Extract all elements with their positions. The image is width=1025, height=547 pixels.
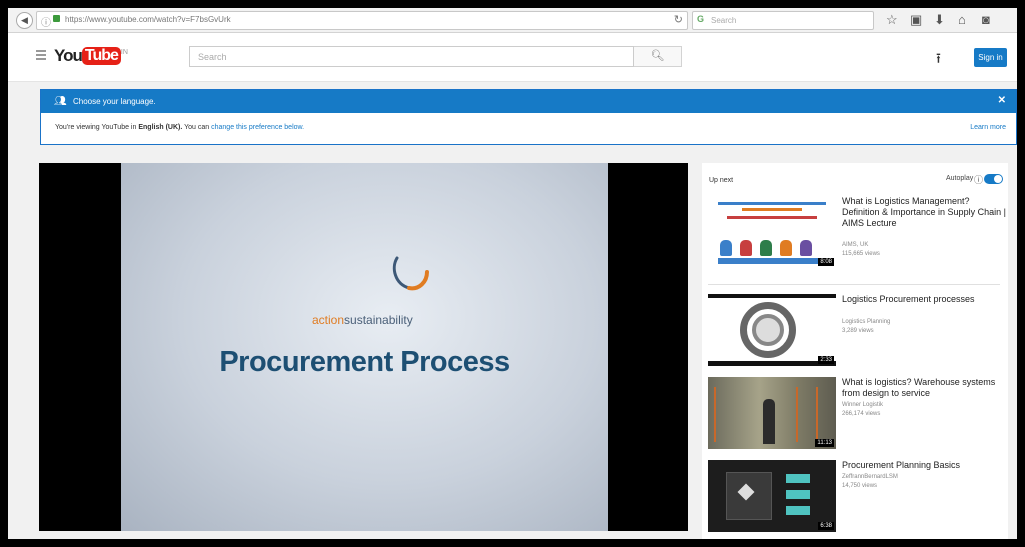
language-banner: 👥︎ Choose your language. ✕ You're viewin… bbox=[40, 89, 1017, 145]
star-icon[interactable]: ☆ bbox=[886, 12, 898, 27]
brand-rest: sustainability bbox=[344, 313, 413, 327]
search-input[interactable]: Search bbox=[189, 46, 634, 67]
pocket-icon[interactable]: ◙ bbox=[982, 12, 990, 27]
video-title[interactable]: Logistics Procurement processes bbox=[842, 294, 1008, 305]
browser-search-placeholder: Search bbox=[711, 16, 737, 25]
language-banner-body: You're viewing YouTube in English (UK). … bbox=[41, 113, 1016, 144]
divider bbox=[708, 284, 1000, 285]
search-icon: 🔍︎ bbox=[650, 50, 665, 62]
search-button[interactable]: 🔍︎ bbox=[634, 46, 682, 67]
browser-toolbar: ◀ ⓘ https://www.youtube.com/watch?v=F7bs… bbox=[8, 8, 1017, 33]
video-thumbnail[interactable]: 2:33 bbox=[708, 294, 836, 366]
back-arrow-icon[interactable]: ◀ bbox=[16, 12, 33, 29]
duration-badge: 6:38 bbox=[818, 522, 834, 530]
channel-name: Logistics Planning bbox=[842, 319, 891, 325]
list-item[interactable]: 6:38 Procurement Planning Basics Zeffran… bbox=[708, 460, 1008, 539]
language-message: You're viewing YouTube in English (UK). … bbox=[55, 124, 304, 131]
video-player[interactable]: actionsustainability Procurement Process bbox=[39, 163, 688, 531]
address-bar[interactable]: ⓘ https://www.youtube.com/watch?v=F7bsGv… bbox=[36, 11, 688, 30]
youtube-masthead: You Tube IN Search 🔍︎ ⭱ Sign in bbox=[8, 33, 1017, 82]
channel-name: ZeffrannBernardLSM bbox=[842, 474, 898, 480]
video-title[interactable]: Procurement Planning Basics bbox=[842, 460, 1008, 471]
person-icon: 👥︎ bbox=[54, 96, 67, 107]
change-preference-link[interactable]: change this preference below. bbox=[211, 124, 304, 131]
logo-tube: Tube bbox=[81, 47, 121, 65]
brand-accent: action bbox=[312, 313, 345, 327]
autoplay-toggle[interactable] bbox=[984, 174, 1003, 184]
info-icon[interactable]: ⓘ bbox=[41, 14, 51, 29]
view-count: 266,174 views bbox=[842, 411, 881, 417]
home-icon[interactable]: ⌂ bbox=[958, 12, 966, 27]
youtube-logo[interactable]: You Tube IN bbox=[54, 46, 128, 68]
view-count: 115,665 views bbox=[842, 251, 880, 257]
duration-badge: 2:33 bbox=[818, 356, 834, 364]
sign-in-button[interactable]: Sign in bbox=[974, 48, 1007, 67]
list-item[interactable]: 8:08 What is Logistics Management? Defin… bbox=[708, 196, 1008, 276]
list-item[interactable]: 2:33 Logistics Procurement processes Log… bbox=[708, 294, 1008, 374]
upload-icon[interactable]: ⭱ bbox=[936, 48, 941, 72]
autoplay-label: Autoplay bbox=[946, 175, 974, 182]
duration-badge: 11:13 bbox=[815, 439, 834, 447]
logo-you: You bbox=[54, 46, 83, 65]
clipboard-icon[interactable]: ▣ bbox=[910, 12, 922, 27]
video-frame[interactable]: actionsustainability Procurement Process bbox=[121, 163, 608, 531]
logo-region: IN bbox=[120, 48, 128, 56]
language-message-mid: You can bbox=[184, 124, 210, 131]
language-banner-header: 👥︎ Choose your language. ✕ bbox=[41, 90, 1016, 113]
video-title[interactable]: What is Logistics Management? Definition… bbox=[842, 196, 1008, 229]
current-language: English (UK). bbox=[138, 124, 183, 131]
download-icon[interactable]: ⬇ bbox=[934, 12, 945, 27]
video-thumbnail[interactable]: 6:38 bbox=[708, 460, 836, 532]
language-banner-title: Choose your language. bbox=[73, 97, 156, 106]
brand-wordmark: actionsustainability bbox=[312, 313, 413, 327]
menu-icon[interactable] bbox=[36, 50, 46, 60]
video-thumbnail[interactable]: 8:08 bbox=[708, 196, 836, 268]
browser-window: ◀ ⓘ https://www.youtube.com/watch?v=F7bs… bbox=[8, 8, 1017, 539]
google-icon: G bbox=[697, 14, 705, 24]
close-icon[interactable]: ✕ bbox=[998, 95, 1006, 106]
learn-more-link[interactable]: Learn more bbox=[970, 124, 1006, 131]
browser-search-field[interactable]: G Search bbox=[692, 11, 874, 30]
list-item[interactable]: 11:13 What is logistics? Warehouse syste… bbox=[708, 377, 1008, 457]
up-next-heading: Up next bbox=[709, 177, 734, 184]
language-message-prefix: You're viewing YouTube in bbox=[55, 124, 137, 131]
reload-icon[interactable]: ↻ bbox=[674, 13, 683, 26]
duration-badge: 8:08 bbox=[818, 258, 834, 266]
video-title[interactable]: What is logistics? Warehouse systems fro… bbox=[842, 377, 1008, 399]
search-placeholder: Search bbox=[198, 52, 227, 62]
lock-icon bbox=[53, 15, 60, 22]
up-next-sidebar: Up next Autoplay ⓘ 8:08 What is Logistic… bbox=[702, 163, 1008, 539]
view-count: 3,289 views bbox=[842, 328, 874, 334]
channel-name: AIMS, UK bbox=[842, 242, 869, 248]
video-slide-title: Procurement Process bbox=[219, 346, 510, 378]
brand-swoosh-logo bbox=[392, 256, 429, 291]
url-text[interactable]: https://www.youtube.com/watch?v=F7bsGvUr… bbox=[65, 15, 231, 24]
view-count: 14,750 views bbox=[842, 483, 878, 489]
channel-name: Winner Logistik bbox=[842, 402, 884, 408]
info-icon[interactable]: ⓘ bbox=[974, 173, 983, 186]
video-thumbnail[interactable]: 11:13 bbox=[708, 377, 836, 449]
